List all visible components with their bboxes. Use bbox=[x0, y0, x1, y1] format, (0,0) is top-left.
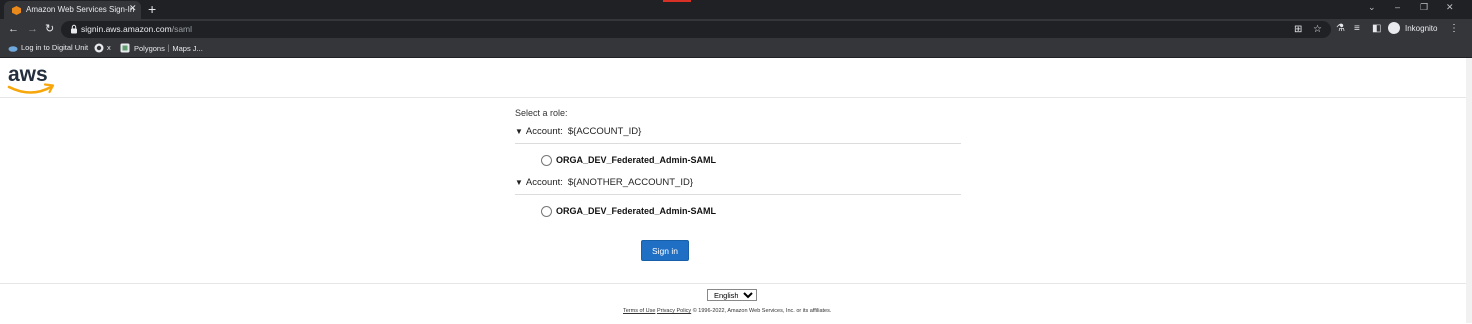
account-id: ${ANOTHER_ACCOUNT_ID} bbox=[567, 177, 694, 188]
page-scrollbar[interactable] bbox=[1466, 58, 1472, 323]
bookmarks-bar: Log in to Digital Unit x Polygons｜Maps J… bbox=[0, 40, 1472, 57]
role-option-1[interactable]: ORGA_DEV_Federated_Admin-SAML bbox=[541, 155, 717, 167]
tab-strip: Amazon Web Services Sign-In ✕ + ⌄ – ❐ ✕ bbox=[0, 0, 1472, 19]
role-name: ORGA_DEV_Federated_Admin-SAML bbox=[556, 155, 717, 165]
account-label: Account: bbox=[525, 177, 563, 188]
github-icon bbox=[94, 43, 104, 53]
browser-chrome: Amazon Web Services Sign-In ✕ + ⌄ – ❐ ✕ … bbox=[0, 0, 1472, 58]
sign-in-button[interactable]: Sign in bbox=[641, 240, 689, 261]
divider bbox=[515, 143, 961, 144]
account-header-1[interactable]: ▼ Account: ${ACCOUNT_ID} bbox=[515, 126, 641, 137]
close-tab-icon[interactable]: ✕ bbox=[129, 3, 137, 14]
divider bbox=[515, 194, 961, 195]
browser-toolbar: ← → ↻ signin.aws.amazon.com/saml ⊞ ☆ ⚗ ≡… bbox=[0, 19, 1472, 40]
close-window-button[interactable]: ✕ bbox=[1446, 2, 1454, 13]
aws-favicon-icon bbox=[12, 6, 21, 15]
incognito-avatar-icon bbox=[1388, 22, 1400, 34]
side-panel-icon[interactable]: ◧ bbox=[1372, 23, 1381, 35]
expand-triangle-icon[interactable]: ▼ bbox=[515, 127, 523, 136]
aws-header: aws bbox=[0, 58, 1472, 98]
page-footer: English Terms of Use Privacy Policy © 19… bbox=[0, 283, 1472, 324]
tab-aws-signin[interactable]: Amazon Web Services Sign-In ✕ bbox=[4, 1, 141, 19]
profile-label: Inkognito bbox=[1405, 24, 1438, 33]
aws-smile bbox=[7, 85, 53, 94]
account-id: ${ACCOUNT_ID} bbox=[567, 126, 642, 137]
role-radio-2[interactable] bbox=[541, 206, 552, 218]
legal-text: Terms of Use Privacy Policy © 1996-2022,… bbox=[623, 308, 831, 314]
tab-title: Amazon Web Services Sign-In bbox=[26, 5, 135, 14]
recording-indicator bbox=[663, 0, 691, 2]
minimize-button[interactable]: – bbox=[1395, 2, 1400, 12]
account-label: Account: bbox=[525, 126, 563, 137]
new-tab-button[interactable]: + bbox=[148, 1, 156, 17]
bookmark-digital-unit[interactable]: Log in to Digital Unit bbox=[21, 43, 88, 52]
menu-kebab-icon[interactable]: ⋮ bbox=[1449, 23, 1459, 35]
cloud-bookmark-icon bbox=[8, 46, 18, 52]
reload-icon[interactable]: ↻ bbox=[45, 22, 54, 36]
lock-icon bbox=[71, 24, 77, 34]
account-header-2[interactable]: ▼ Account: ${ANOTHER_ACCOUNT_ID} bbox=[515, 177, 693, 188]
expand-triangle-icon[interactable]: ▼ bbox=[515, 178, 523, 187]
aws-logo[interactable]: aws bbox=[7, 62, 57, 103]
back-arrow-icon[interactable]: ← bbox=[8, 22, 19, 36]
bookmark-star-icon[interactable]: ☆ bbox=[1313, 24, 1322, 36]
bookmark-polygons[interactable]: Polygons｜Maps J... bbox=[134, 43, 203, 54]
forward-arrow-icon[interactable]: → bbox=[27, 22, 38, 36]
terms-of-use-link[interactable]: Terms of Use bbox=[623, 308, 655, 314]
role-name: ORGA_DEV_Federated_Admin-SAML bbox=[556, 206, 717, 216]
role-option-2[interactable]: ORGA_DEV_Federated_Admin-SAML bbox=[541, 206, 717, 218]
role-radio-1[interactable] bbox=[541, 155, 552, 167]
bookmark-github[interactable]: x bbox=[107, 43, 111, 52]
privacy-policy-link[interactable]: Privacy Policy bbox=[657, 308, 691, 314]
url-text: signin.aws.amazon.com/saml bbox=[81, 24, 193, 34]
extension-flask-icon[interactable]: ⚗ bbox=[1336, 23, 1345, 35]
reading-list-icon[interactable]: ≡ bbox=[1354, 23, 1360, 35]
url-path: /saml bbox=[171, 24, 193, 34]
tab-search-icon[interactable]: ⌄ bbox=[1368, 2, 1376, 13]
address-bar[interactable]: signin.aws.amazon.com/saml ⊞ ☆ bbox=[61, 21, 1331, 38]
maps-bookmark-icon bbox=[120, 43, 130, 53]
maximize-button[interactable]: ❐ bbox=[1420, 2, 1428, 13]
aws-wordmark: aws bbox=[8, 63, 48, 86]
select-role-prompt: Select a role: bbox=[515, 108, 568, 118]
aws-logo-icon: aws bbox=[7, 63, 55, 94]
translate-icon[interactable]: ⊞ bbox=[1294, 24, 1302, 36]
language-select[interactable]: English bbox=[707, 289, 757, 301]
copyright-text: © 1996-2022, Amazon Web Services, Inc. o… bbox=[692, 308, 832, 314]
